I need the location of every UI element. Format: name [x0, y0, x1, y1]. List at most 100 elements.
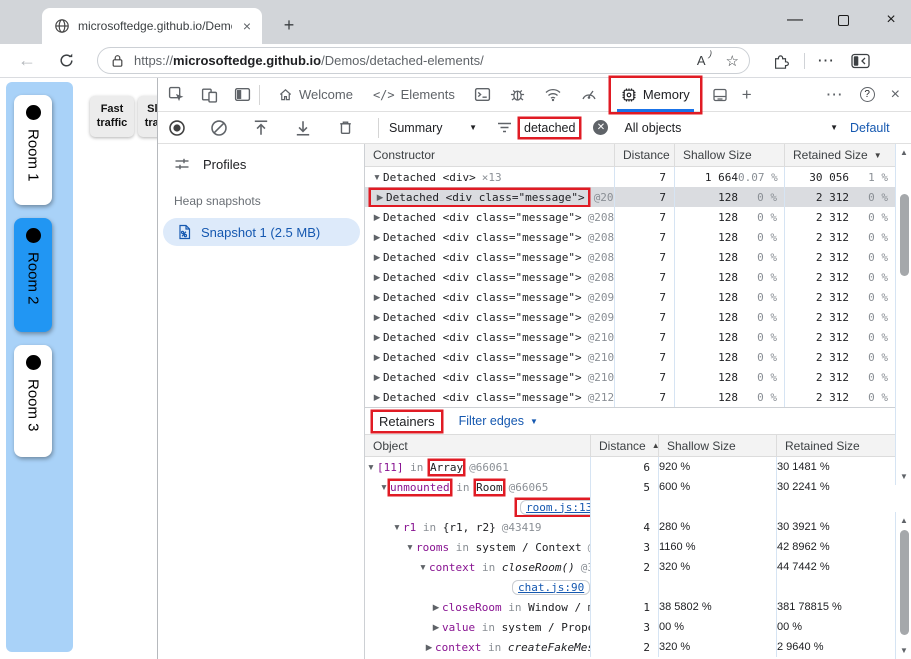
room-label: Room 2 — [25, 252, 42, 305]
inspect-element-icon[interactable] — [168, 86, 185, 103]
console-drawer-icon[interactable] — [474, 86, 491, 103]
tab-elements[interactable]: </> Elements — [363, 78, 465, 112]
devtools-close-icon[interactable]: × — [891, 86, 900, 104]
retainer-row[interactable]: ▼context in closeRoom()@323 2 320 % 44 7… — [365, 557, 911, 577]
sidebar-toggle-icon[interactable] — [851, 53, 870, 69]
dock-side-icon[interactable] — [234, 86, 251, 103]
read-aloud-icon[interactable]: A) — [697, 53, 706, 68]
tab-bar: microsoftedge.github.io/Demos/c × + — × — [0, 0, 911, 44]
table-row[interactable]: ▶Detached <div class="message">@2082 7 1… — [365, 207, 911, 227]
perspective-select[interactable]: Summary▼ — [389, 121, 477, 135]
table-row[interactable]: ▶Detached <div class="message">@2089 7 1… — [365, 267, 911, 287]
table-row[interactable]: ▶Detached <div class="message">@2105 7 1… — [365, 367, 911, 387]
clear-filter-icon[interactable]: ✕ — [593, 120, 608, 135]
retainer-row[interactable]: ▼r1 in {r1, r2}@43419 4 280 % 30 3921 % — [365, 517, 911, 537]
scroll-down-icon[interactable]: ▼ — [896, 472, 911, 481]
maximize-icon — [838, 15, 849, 26]
table-row-selected[interactable]: ▶Detached <div class="message">@2081 7 1… — [365, 187, 911, 207]
save-profile-icon[interactable] — [294, 119, 312, 137]
retainers-table-header: Object Distance▲ Shallow Size Retained S… — [365, 434, 911, 457]
favorites-star-icon[interactable]: ☆ — [726, 52, 739, 70]
back-icon[interactable]: ← — [18, 50, 36, 71]
table-row[interactable]: ▶Detached <div class="message">@2126 7 1… — [365, 387, 911, 407]
device-toolbar-icon[interactable] — [201, 86, 218, 103]
extensions-icon[interactable] — [772, 52, 790, 70]
page-content: Room 1 Room 2 Room 3 Fast traffic Slow t… — [0, 78, 157, 659]
table-row[interactable]: ▶Detached <div class="message">@2084 7 1… — [365, 227, 911, 247]
url-text: https://microsoftedge.github.io/Demos/de… — [134, 53, 697, 68]
sort-desc-icon: ▼ — [874, 151, 882, 160]
help-icon[interactable]: ? — [860, 87, 875, 102]
class-filter-input[interactable]: detached — [520, 119, 579, 137]
retainer-row[interactable]: ▼rooms in system / Context@38 3 1160 % 4… — [365, 537, 911, 557]
base-snapshot-label[interactable]: Default — [850, 121, 911, 135]
chevron-down-icon: ▼ — [530, 417, 538, 426]
column-header-shallow[interactable]: Shallow Size — [675, 144, 785, 166]
delete-snapshot-icon[interactable] — [336, 119, 354, 136]
column-header-retained[interactable]: Retained Size▼ — [785, 144, 895, 166]
scroll-up-icon[interactable]: ▲ — [896, 148, 911, 157]
tab-memory[interactable]: Memory — [611, 78, 700, 112]
devtools-menu-icon[interactable]: ⋯ — [826, 85, 844, 105]
window-maximize-button[interactable] — [823, 0, 863, 40]
objects-scope-select[interactable]: All objects ▼ — [618, 121, 850, 135]
network-wifi-icon[interactable] — [544, 87, 562, 102]
scroll-down-icon[interactable]: ▼ — [896, 646, 911, 655]
slow-traffic-button[interactable]: Slow traffic — [138, 96, 157, 137]
table-row[interactable]: ▶Detached <div class="message">@2093 7 1… — [365, 287, 911, 307]
heap-table-header: Constructor Distance Shallow Size Retain… — [365, 144, 911, 167]
bug-icon[interactable] — [509, 86, 526, 103]
table-row[interactable]: ▶Detached <div class="message">@2102 7 1… — [365, 347, 911, 367]
scrollbar-thumb[interactable] — [900, 530, 909, 635]
retainer-row[interactable]: ▶value in system / Propert 3 00 % 00 % — [365, 617, 911, 637]
filter-icon[interactable] — [497, 121, 512, 134]
source-link[interactable]: room.js:13 — [520, 500, 591, 515]
table-row[interactable]: ▶Detached <div class="message">@2097 7 1… — [365, 307, 911, 327]
room-2-button[interactable]: Room 2 — [14, 218, 52, 332]
column-header-distance[interactable]: Distance▲ — [591, 435, 659, 456]
retainer-row[interactable]: ▶closeRoom in Window / mic 1 38 5802 % 3… — [365, 597, 911, 617]
performance-gauge-icon[interactable] — [580, 87, 598, 102]
source-link[interactable]: chat.js:90 — [512, 580, 590, 595]
heap-table-scrollbar[interactable]: ▲ ▼ — [895, 144, 911, 485]
scroll-up-icon[interactable]: ▲ — [896, 516, 911, 525]
window-close-button[interactable]: × — [871, 0, 911, 40]
column-header-retained[interactable]: Retained Size — [777, 435, 895, 456]
room-1-button[interactable]: Room 1 — [14, 95, 52, 205]
settings-menu-icon[interactable]: ⋯ — [817, 51, 835, 71]
load-profile-icon[interactable] — [252, 119, 270, 137]
url-field[interactable]: https://microsoftedge.github.io/Demos/de… — [97, 47, 750, 74]
retainers-scrollbar[interactable]: ▲ ▼ — [895, 512, 911, 659]
profiles-header[interactable]: Profiles — [158, 144, 364, 172]
new-tab-button[interactable]: + — [276, 12, 302, 38]
column-header-shallow[interactable]: Shallow Size — [659, 435, 777, 456]
scrollbar-thumb[interactable] — [900, 194, 909, 276]
snapshot-label: Snapshot 1 (2.5 MB) — [201, 225, 320, 240]
table-row[interactable]: ▶Detached <div class="message">@2086 7 1… — [365, 247, 911, 267]
retainer-row[interactable]: ▼unmounted in Room@66065 5 600 % 30 2241… — [365, 477, 911, 497]
clear-profiles-icon[interactable] — [210, 119, 228, 137]
application-panel-icon[interactable] — [712, 87, 728, 103]
retainer-row[interactable]: ▶context in createFakeMessag 2 320 % 2 9… — [365, 637, 911, 657]
room-3-button[interactable]: Room 3 — [14, 345, 52, 457]
lock-icon[interactable] — [111, 54, 124, 68]
chevron-down-icon: ▼ — [469, 123, 477, 132]
retainers-title: Retainers — [373, 412, 441, 431]
window-minimize-button[interactable]: — — [775, 0, 815, 40]
filter-edges-dropdown[interactable]: Filter edges▼ — [459, 414, 538, 428]
refresh-icon[interactable] — [58, 52, 75, 69]
tab-close-icon[interactable]: × — [240, 19, 254, 33]
browser-tab[interactable]: microsoftedge.github.io/Demos/c × — [42, 8, 262, 44]
take-snapshot-icon[interactable] — [168, 119, 186, 137]
fast-traffic-button[interactable]: Fast traffic — [90, 96, 134, 137]
snapshot-item[interactable]: Snapshot 1 (2.5 MB) — [163, 218, 360, 246]
column-header-constructor[interactable]: Constructor — [365, 144, 615, 166]
column-header-distance[interactable]: Distance — [615, 144, 675, 166]
retainer-row[interactable]: ▼[11] in Array@66061 6 920 % 30 1481 % — [365, 457, 911, 477]
profiles-tune-icon — [174, 156, 190, 172]
more-tabs-icon[interactable]: + — [742, 85, 752, 105]
table-row[interactable]: ▼Detached <div>×13 7 1 6640.07 % 30 0561… — [365, 167, 911, 187]
tab-welcome[interactable]: Welcome — [268, 78, 363, 112]
table-row[interactable]: ▶Detached <div class="message">@2100 7 1… — [365, 327, 911, 347]
column-header-object[interactable]: Object — [365, 435, 591, 456]
